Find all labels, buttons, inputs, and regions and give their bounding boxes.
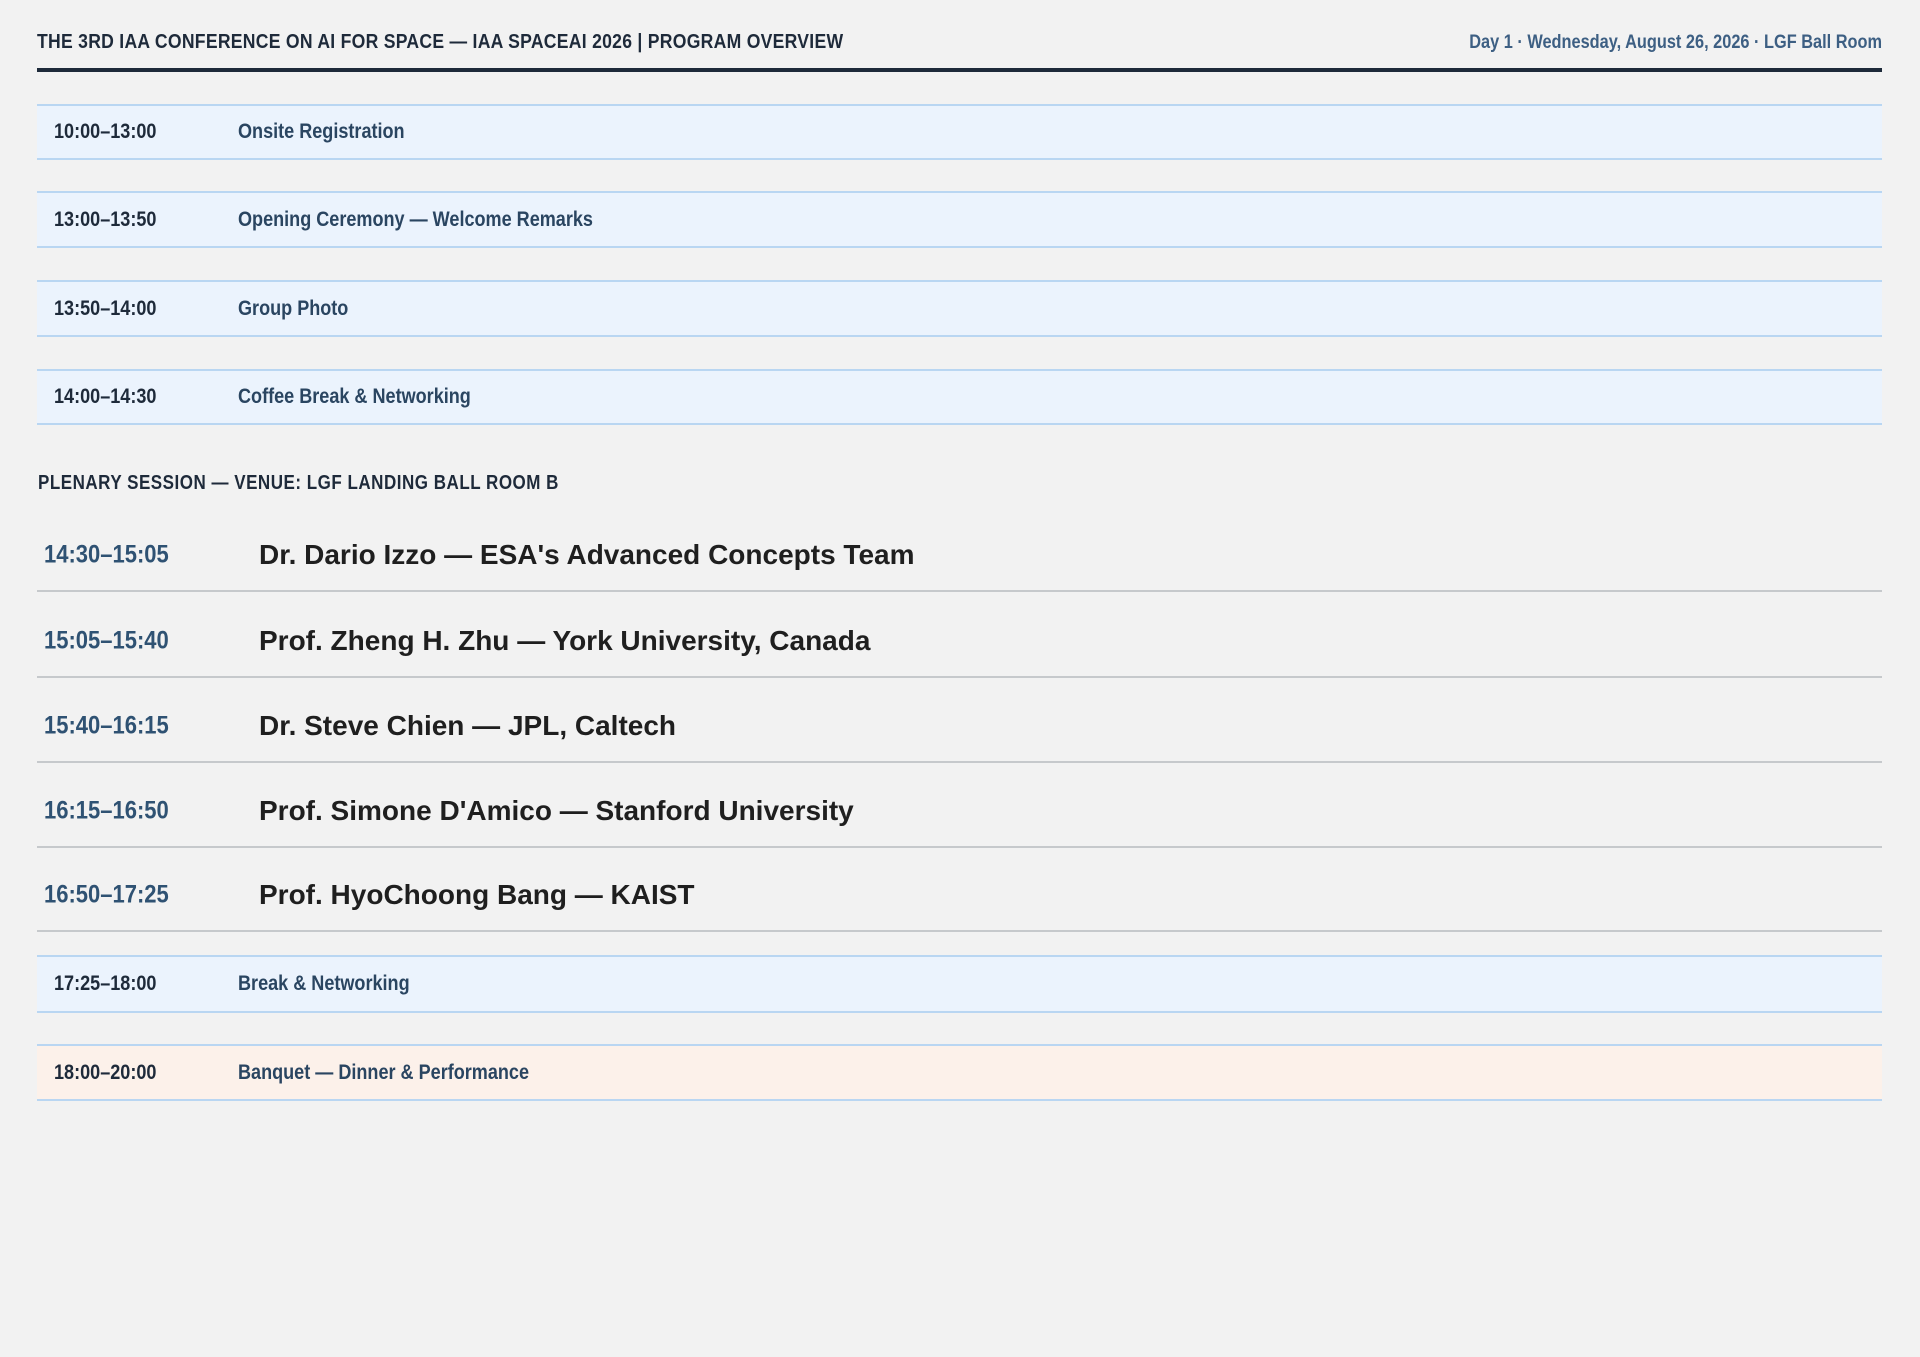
plenary-heading: PLENARY SESSION — VENUE: LGF LANDING BAL…: [38, 472, 559, 494]
row-label: Group Photo: [238, 296, 349, 320]
row-label: Opening Ceremony — Welcome Remarks: [238, 207, 593, 231]
talk-speaker: Dr. Steve Chien — JPL, Caltech: [259, 710, 677, 741]
row-time: 17:25–18:00: [54, 972, 157, 995]
talk-time: 15:40–16:15: [44, 711, 169, 740]
row-time: 18:00–20:00: [54, 1060, 157, 1084]
row-time: 13:50–14:00: [54, 296, 157, 320]
plenary-talk: 15:40–16:15 Dr. Steve Chien — JPL, Calte…: [37, 691, 1882, 763]
plenary-talk: 16:50–17:25 Prof. HyoChoong Bang — KAIST: [37, 860, 1882, 932]
schedule-row-registration: 10:00–13:00 Onsite Registration: [37, 104, 1882, 160]
day-info: Day 1 · Wednesday, August 26, 2026 · LGF…: [1469, 32, 1882, 53]
talk-time: 15:05–15:40: [44, 626, 169, 655]
talk-speaker: Dr. Dario Izzo — ESA's Advanced Concepts…: [259, 539, 915, 570]
row-time: 14:00–14:30: [54, 385, 157, 408]
row-label: Break & Networking: [238, 972, 410, 995]
row-label: Banquet — Dinner & Performance: [238, 1060, 530, 1084]
program-title: THE 3RD IAA CONFERENCE ON AI FOR SPACE —…: [37, 31, 844, 53]
row-label: Coffee Break & Networking: [238, 385, 471, 408]
talk-time: 14:30–15:05: [44, 540, 169, 569]
program-header: THE 3RD IAA CONFERENCE ON AI FOR SPACE —…: [37, 22, 1882, 72]
schedule-row-opening: 13:00–13:50 Opening Ceremony — Welcome R…: [37, 191, 1882, 248]
talk-speaker: Prof. Simone D'Amico — Stanford Universi…: [259, 795, 854, 826]
talk-time: 16:15–16:50: [44, 796, 169, 825]
talk-speaker: Prof. Zheng H. Zhu — York University, Ca…: [259, 625, 871, 656]
talk-time: 16:50–17:25: [44, 880, 169, 909]
plenary-talk: 16:15–16:50 Prof. Simone D'Amico — Stanf…: [37, 776, 1882, 848]
plenary-talk: 15:05–15:40 Prof. Zheng H. Zhu — York Un…: [37, 606, 1882, 678]
plenary-talk: 14:30–15:05 Dr. Dario Izzo — ESA's Advan…: [37, 520, 1882, 592]
row-label: Onsite Registration: [238, 120, 405, 143]
schedule-row-banquet: 18:00–20:00 Banquet — Dinner & Performan…: [37, 1044, 1882, 1101]
row-time: 10:00–13:00: [54, 120, 157, 143]
program-page: THE 3RD IAA CONFERENCE ON AI FOR SPACE —…: [0, 0, 1920, 1357]
talk-speaker: Prof. HyoChoong Bang — KAIST: [259, 879, 695, 910]
schedule-row-break: 17:25–18:00 Break & Networking: [37, 955, 1882, 1013]
schedule-row-coffee-break: 14:00–14:30 Coffee Break & Networking: [37, 369, 1882, 425]
row-time: 13:00–13:50: [54, 207, 157, 231]
schedule-row-group-photo: 13:50–14:00 Group Photo: [37, 280, 1882, 337]
